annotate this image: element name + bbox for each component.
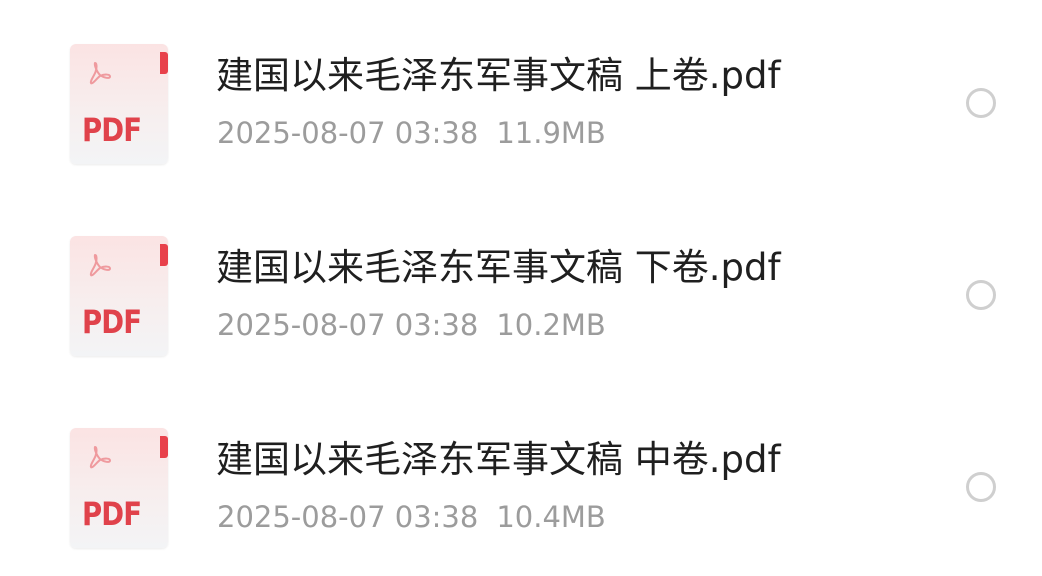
file-row[interactable]: PDF 建国以来毛泽东军事文稿 上卷.pdf 2025-08-07 03:38 1… <box>0 0 1042 192</box>
file-meta: 2025-08-07 03:38 10.4MB <box>217 500 606 534</box>
file-corner-tab <box>160 244 168 266</box>
file-list: PDF 建国以来毛泽东军事文稿 上卷.pdf 2025-08-07 03:38 1… <box>0 0 1042 569</box>
file-meta: 2025-08-07 03:38 10.2MB <box>217 308 606 342</box>
acrobat-icon <box>89 254 111 277</box>
acrobat-icon <box>89 446 111 469</box>
pdf-label: PDF <box>82 495 142 533</box>
file-meta: 2025-08-07 03:38 11.9MB <box>217 116 606 150</box>
select-radio[interactable] <box>966 280 996 310</box>
file-row[interactable]: PDF 建国以来毛泽东军事文稿 下卷.pdf 2025-08-07 03:38 1… <box>0 192 1042 384</box>
pdf-label: PDF <box>82 303 142 341</box>
file-name: 建国以来毛泽东军事文稿 下卷.pdf <box>216 246 781 289</box>
file-date: 2025-08-07 03:38 <box>217 116 479 150</box>
select-radio[interactable] <box>966 88 996 118</box>
pdf-label: PDF <box>82 111 142 149</box>
file-name: 建国以来毛泽东军事文稿 中卷.pdf <box>216 438 781 481</box>
file-corner-tab <box>160 436 168 458</box>
select-radio[interactable] <box>966 472 996 502</box>
file-size: 11.9MB <box>496 116 606 150</box>
file-corner-tab <box>160 52 168 74</box>
acrobat-icon <box>89 62 111 85</box>
pdf-file-icon: PDF <box>70 428 168 548</box>
file-size: 10.4MB <box>496 500 606 534</box>
pdf-file-icon: PDF <box>70 44 168 164</box>
file-date: 2025-08-07 03:38 <box>217 500 479 534</box>
file-row[interactable]: PDF 建国以来毛泽东军事文稿 中卷.pdf 2025-08-07 03:38 1… <box>0 384 1042 576</box>
file-date: 2025-08-07 03:38 <box>217 308 479 342</box>
file-size: 10.2MB <box>496 308 606 342</box>
pdf-file-icon: PDF <box>70 236 168 356</box>
file-name: 建国以来毛泽东军事文稿 上卷.pdf <box>216 54 781 97</box>
